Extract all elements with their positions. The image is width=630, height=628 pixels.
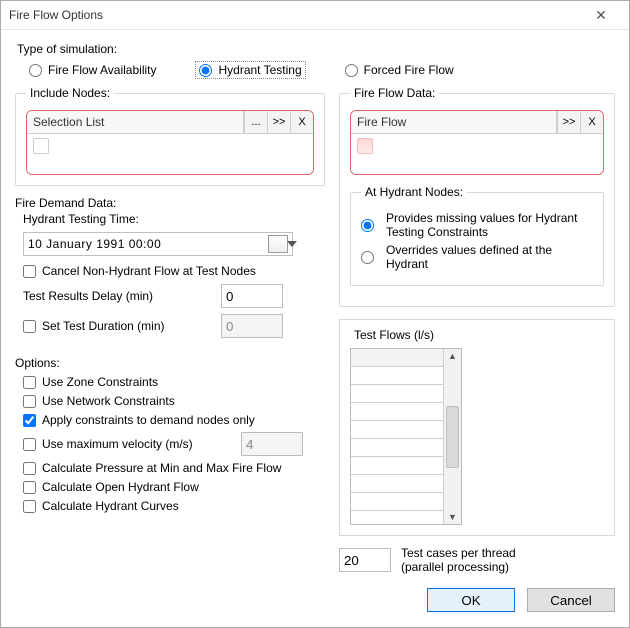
grid-row[interactable] xyxy=(351,493,443,511)
radio-override-values[interactable]: Overrides values defined at the Hydrant xyxy=(361,243,593,271)
include-nodes-legend: Include Nodes: xyxy=(26,86,114,100)
check-cancel-non-hydrant[interactable]: Cancel Non-Hydrant Flow at Test Nodes xyxy=(23,264,325,278)
scroll-down-icon[interactable]: ▼ xyxy=(448,510,457,524)
check-label: Apply constraints to demand nodes only xyxy=(42,413,255,427)
hydrant-testing-time-label: Hydrant Testing Time: xyxy=(23,212,325,226)
selection-item-icon xyxy=(33,138,49,154)
check-label: Calculate Open Hydrant Flow xyxy=(42,480,199,494)
test-duration-input xyxy=(221,314,283,338)
fire-flow-data-group: Fire Flow Data: Fire Flow >> X At Hydran… xyxy=(339,86,615,307)
grid-row[interactable] xyxy=(351,475,443,493)
check-open-hydrant-flow[interactable]: Calculate Open Hydrant Flow xyxy=(23,480,325,494)
check-calc-pressure[interactable]: Calculate Pressure at Min and Max Fire F… xyxy=(23,461,325,475)
calendar-icon xyxy=(268,235,288,253)
radio-label: Overrides values defined at the Hydrant xyxy=(386,243,586,271)
grid-row[interactable] xyxy=(351,403,443,421)
fire-flow-close-button[interactable]: X xyxy=(580,111,603,133)
radio-hydrant-testing[interactable]: Hydrant Testing xyxy=(196,62,304,78)
titlebar: Fire Flow Options ✕ xyxy=(1,1,629,30)
test-flows-legend: Test Flows (l/s) xyxy=(350,328,438,342)
test-results-delay-label: Test Results Delay (min) xyxy=(23,289,213,303)
scroll-thumb[interactable] xyxy=(446,406,459,468)
test-cases-per-thread-label: Test cases per thread (parallel processi… xyxy=(401,546,561,574)
selection-list-frame: Selection List ... >> X xyxy=(26,110,314,175)
radio-fire-flow-availability[interactable]: Fire Flow Availability xyxy=(29,63,156,77)
scrollbar[interactable]: ▲ ▼ xyxy=(443,349,461,524)
grid-row[interactable] xyxy=(351,385,443,403)
simulation-type-label: Type of simulation: xyxy=(17,42,615,56)
selection-next-button[interactable]: >> xyxy=(267,111,290,133)
selection-list-body[interactable] xyxy=(27,134,313,174)
close-icon[interactable]: ✕ xyxy=(581,1,621,29)
fire-demand-legend: Fire Demand Data: xyxy=(15,196,325,210)
check-label: Calculate Pressure at Min and Max Fire F… xyxy=(42,461,281,475)
check-label: Use maximum velocity (m/s) xyxy=(42,437,193,451)
check-hydrant-curves[interactable]: Calculate Hydrant Curves xyxy=(23,499,325,513)
radio-provide-missing[interactable]: Provides missing values for Hydrant Test… xyxy=(361,211,593,239)
fire-flow-list-body[interactable] xyxy=(351,134,603,174)
hydrant-testing-time-picker[interactable]: 10 January 1991 00:00 xyxy=(23,232,293,256)
check-label: Cancel Non-Hydrant Flow at Test Nodes xyxy=(42,264,256,278)
test-results-delay-input[interactable] xyxy=(221,284,283,308)
check-label: Use Zone Constraints xyxy=(42,375,158,389)
grid-row[interactable] xyxy=(351,367,443,385)
grid-header xyxy=(351,349,443,367)
radio-label: Hydrant Testing xyxy=(218,63,301,77)
radio-label: Forced Fire Flow xyxy=(364,63,454,77)
radio-forced-fire-flow[interactable]: Forced Fire Flow xyxy=(345,63,454,77)
test-cases-per-thread-input[interactable] xyxy=(339,548,391,572)
selection-list-title: Selection List xyxy=(27,111,244,133)
grid-row[interactable] xyxy=(351,457,443,475)
check-label: Use Network Constraints xyxy=(42,394,175,408)
radio-label: Fire Flow Availability xyxy=(48,63,156,77)
grid-row[interactable] xyxy=(351,439,443,457)
check-set-test-duration[interactable]: Set Test Duration (min) xyxy=(23,319,213,333)
selection-close-button[interactable]: X xyxy=(290,111,313,133)
fire-flow-data-legend: Fire Flow Data: xyxy=(350,86,439,100)
fire-flow-options-window: Fire Flow Options ✕ Type of simulation: … xyxy=(0,0,630,628)
test-flows-group: Test Flows (l/s) xyxy=(339,319,615,536)
date-text: 10 January 1991 00:00 xyxy=(28,237,161,251)
fire-flow-next-button[interactable]: >> xyxy=(557,111,580,133)
check-max-velocity[interactable]: Use maximum velocity (m/s) xyxy=(23,437,233,451)
ok-button[interactable]: OK xyxy=(427,588,515,612)
cancel-button[interactable]: Cancel xyxy=(527,588,615,612)
check-label: Set Test Duration (min) xyxy=(42,319,165,333)
window-title: Fire Flow Options xyxy=(9,1,103,29)
fire-flow-list-frame: Fire Flow >> X xyxy=(350,110,604,175)
at-hydrant-nodes-group: At Hydrant Nodes: Provides missing value… xyxy=(350,185,604,286)
include-nodes-group: Include Nodes: Selection List ... >> X xyxy=(15,86,325,186)
check-zone-constraints[interactable]: Use Zone Constraints xyxy=(23,375,325,389)
options-legend: Options: xyxy=(15,356,325,370)
scroll-up-icon[interactable]: ▲ xyxy=(448,349,457,363)
grid-row[interactable] xyxy=(351,421,443,439)
check-apply-demand-only[interactable]: Apply constraints to demand nodes only xyxy=(23,413,325,427)
fire-flow-list-title: Fire Flow xyxy=(351,111,557,133)
max-velocity-input xyxy=(241,432,303,456)
check-network-constraints[interactable]: Use Network Constraints xyxy=(23,394,325,408)
selection-browse-button[interactable]: ... xyxy=(244,111,267,133)
radio-label: Provides missing values for Hydrant Test… xyxy=(386,211,586,239)
at-hydrant-nodes-legend: At Hydrant Nodes: xyxy=(361,185,467,199)
grid-row[interactable] xyxy=(351,511,443,524)
fire-icon xyxy=(357,138,373,154)
test-flows-grid[interactable]: ▲ ▼ xyxy=(350,348,462,525)
check-label: Calculate Hydrant Curves xyxy=(42,499,179,513)
